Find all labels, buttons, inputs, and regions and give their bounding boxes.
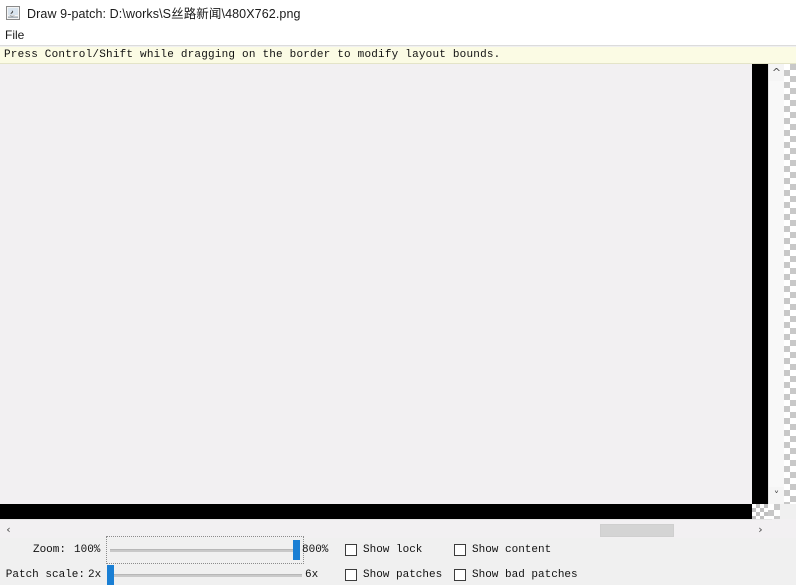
checkbox-box-show-patches[interactable]	[345, 569, 357, 581]
nine-patch-canvas[interactable]	[0, 64, 752, 504]
controls-panel: Zoom: 100% 800% Show lock Show content P…	[0, 536, 796, 586]
patch-band-horizontal[interactable]	[0, 504, 752, 519]
scrollbar-corner	[772, 519, 796, 538]
menu-bar: File	[0, 25, 796, 46]
checkbox-label-show-lock: Show lock	[363, 544, 423, 556]
hint-bar: Press Control/Shift while dragging on th…	[0, 47, 796, 64]
java-app-icon	[5, 5, 21, 21]
patch-scale-row: Patch scale: 2x 6x Show patches Show bad…	[0, 564, 796, 586]
hint-text: Press Control/Shift while dragging on th…	[4, 49, 501, 61]
editor-area: ^ ˅	[0, 64, 796, 504]
checkbox-label-show-patches: Show patches	[363, 569, 443, 581]
vertical-scrollbar-track[interactable]	[769, 81, 784, 487]
zoom-slider-rail	[110, 549, 300, 552]
chevron-down-icon[interactable]: ˅	[769, 487, 784, 504]
draw-9patch-window: Draw 9-patch: D:\works\S丝路新闻\480X762.png…	[0, 0, 796, 585]
chevron-right-icon[interactable]: ›	[752, 521, 769, 538]
patch-scale-slider[interactable]	[107, 565, 302, 585]
zoom-min-label: 100%	[74, 544, 101, 556]
horizontal-scrollbar[interactable]: ‹ ›	[0, 519, 772, 538]
checkbox-label-show-bad-patches: Show bad patches	[472, 569, 578, 581]
checkbox-show-bad-patches[interactable]: Show bad patches	[454, 569, 578, 581]
zoom-row: Zoom: 100% 800% Show lock Show content	[0, 536, 796, 564]
checkbox-box-show-lock[interactable]	[345, 544, 357, 556]
zoom-slider-thumb[interactable]	[293, 540, 300, 560]
horizontal-scrollbar-thumb[interactable]	[600, 524, 674, 537]
chevron-left-icon[interactable]: ‹	[0, 521, 17, 538]
checkbox-label-show-content: Show content	[472, 544, 552, 556]
menu-item-file[interactable]: File	[0, 26, 31, 44]
transparency-checker-strip	[784, 64, 796, 504]
vertical-scrollbar[interactable]: ^ ˅	[768, 64, 784, 504]
patch-scale-min-label: 2x	[88, 569, 102, 581]
window-title: Draw 9-patch: D:\works\S丝路新闻\480X762.png	[27, 7, 301, 21]
checkbox-show-content[interactable]: Show content	[454, 544, 551, 556]
transparency-checker-strip-bottom	[768, 504, 780, 519]
title-bar: Draw 9-patch: D:\works\S丝路新闻\480X762.png	[0, 0, 796, 25]
horizontal-scrollbar-track[interactable]	[17, 521, 752, 538]
checkbox-show-lock[interactable]: Show lock	[345, 544, 422, 556]
zoom-label: Zoom:	[32, 544, 66, 556]
zoom-max-label: 800%	[302, 544, 329, 556]
chevron-up-icon[interactable]: ^	[769, 64, 784, 81]
patch-band-vertical[interactable]	[752, 64, 768, 504]
patch-band-corner	[752, 504, 768, 519]
checkbox-show-patches[interactable]: Show patches	[345, 569, 442, 581]
patch-scale-label: Patch scale:	[5, 569, 85, 581]
checkbox-box-show-content[interactable]	[454, 544, 466, 556]
patch-scale-max-label: 6x	[305, 569, 319, 581]
patch-scale-slider-rail	[107, 574, 302, 577]
checkbox-box-show-bad-patches[interactable]	[454, 569, 466, 581]
patch-scale-slider-thumb[interactable]	[107, 565, 114, 585]
zoom-slider[interactable]	[106, 536, 304, 564]
